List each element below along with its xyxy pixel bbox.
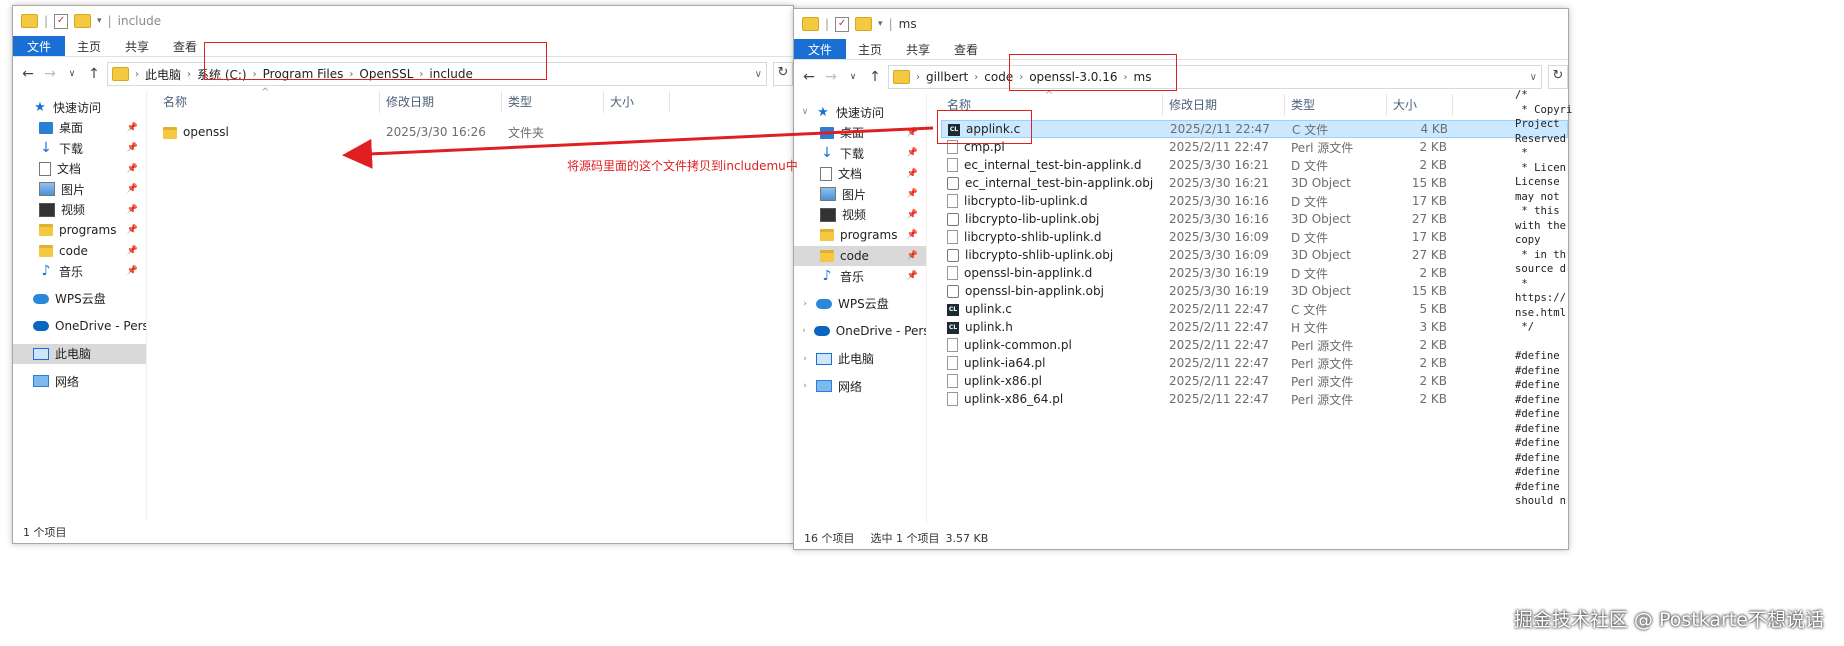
arrow-annotation — [342, 126, 934, 169]
watermark: 掘金技术社区 @ Postkarte不想说话 — [1513, 609, 1824, 631]
annotation-text: 将源码里面的这个文件拷贝到includemu中 — [567, 159, 798, 173]
